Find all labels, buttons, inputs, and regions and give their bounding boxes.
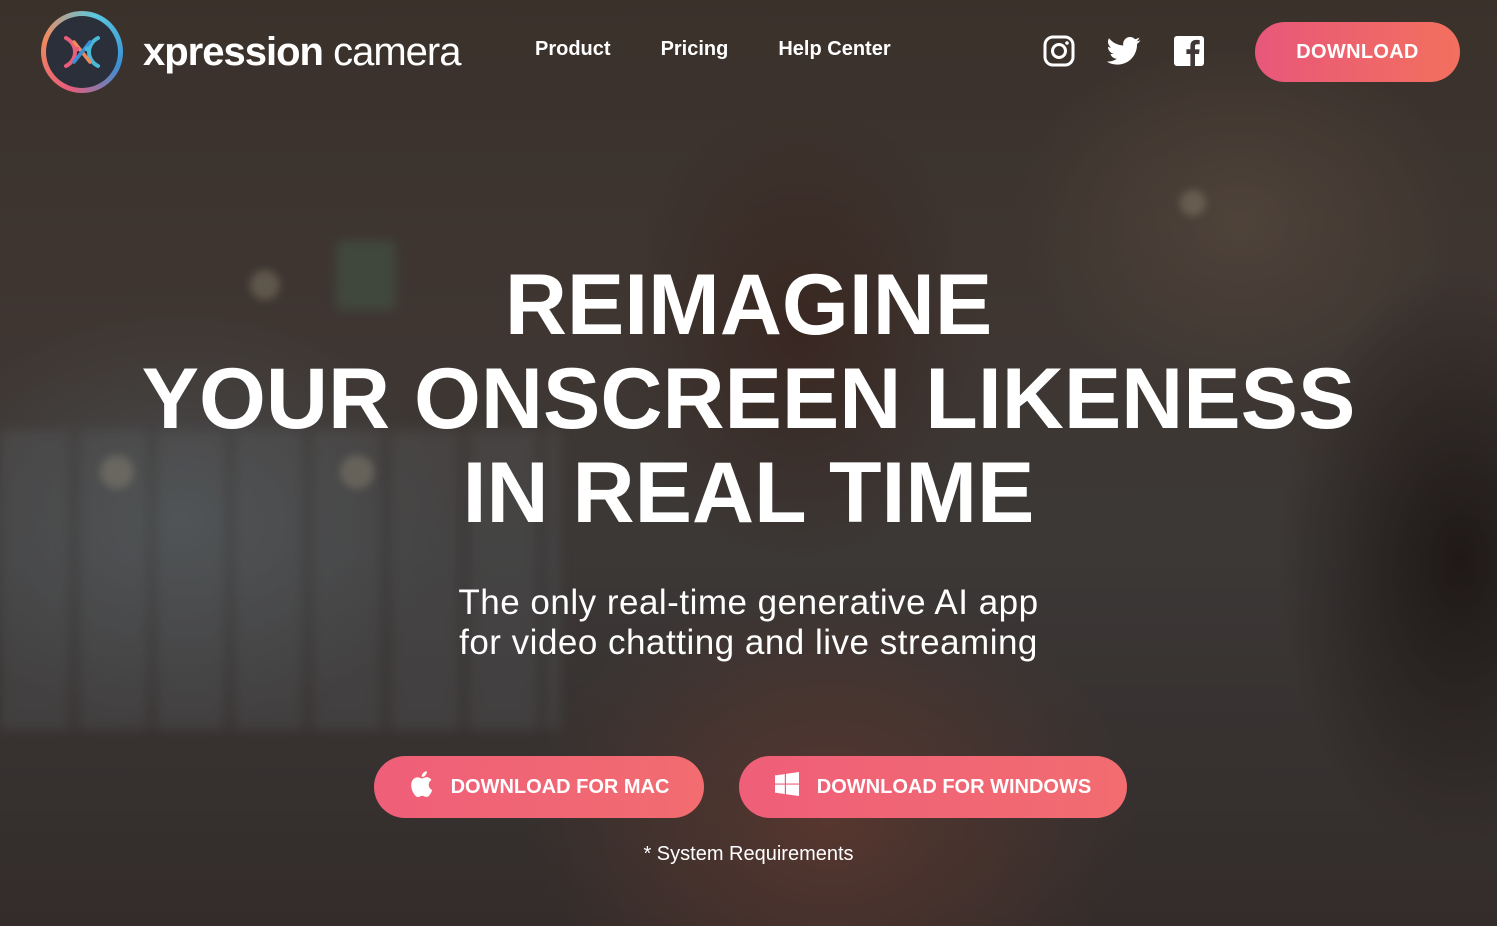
- download-mac-label: DOWNLOAD FOR MAC: [450, 775, 670, 798]
- nav-item-help-center[interactable]: Help Center: [778, 38, 890, 61]
- nav-item-pricing[interactable]: Pricing: [661, 38, 729, 61]
- xpression-logo-icon[interactable]: [41, 11, 123, 93]
- instagram-icon[interactable]: [1041, 33, 1077, 69]
- hero-subline: The only real-time generative AI app for…: [0, 583, 1497, 663]
- brand-name-rest: camera: [322, 30, 461, 74]
- apple-icon: [409, 770, 433, 804]
- site-header: xpression camera Product Pricing Help Ce…: [0, 0, 1497, 104]
- headline-line-2: YOUR ONSCREEN LIKENESS: [141, 351, 1356, 447]
- subline-line-1: The only real-time generative AI app: [458, 583, 1039, 622]
- headline-line-3: IN REAL TIME: [462, 445, 1035, 541]
- main-nav: Product Pricing Help Center: [535, 38, 891, 61]
- download-windows-button[interactable]: DOWNLOAD FOR WINDOWS: [739, 756, 1127, 818]
- windows-icon: [774, 772, 799, 802]
- brand-name-bold: xpression: [143, 30, 324, 74]
- twitter-icon[interactable]: [1106, 33, 1142, 69]
- system-requirements-link[interactable]: * System Requirements: [0, 843, 1497, 866]
- nav-item-product[interactable]: Product: [535, 38, 611, 61]
- brand-name[interactable]: xpression camera: [143, 30, 461, 75]
- facebook-icon[interactable]: [1171, 33, 1207, 69]
- subline-line-2: for video chatting and live streaming: [459, 623, 1038, 662]
- download-mac-button[interactable]: DOWNLOAD FOR MAC: [374, 756, 704, 818]
- headline-line-1: REIMAGINE: [504, 257, 993, 353]
- download-windows-label: DOWNLOAD FOR WINDOWS: [816, 775, 1092, 798]
- header-download-button[interactable]: DOWNLOAD: [1255, 22, 1460, 82]
- hero-headline: REIMAGINE YOUR ONSCREEN LIKENESS IN REAL…: [0, 258, 1497, 540]
